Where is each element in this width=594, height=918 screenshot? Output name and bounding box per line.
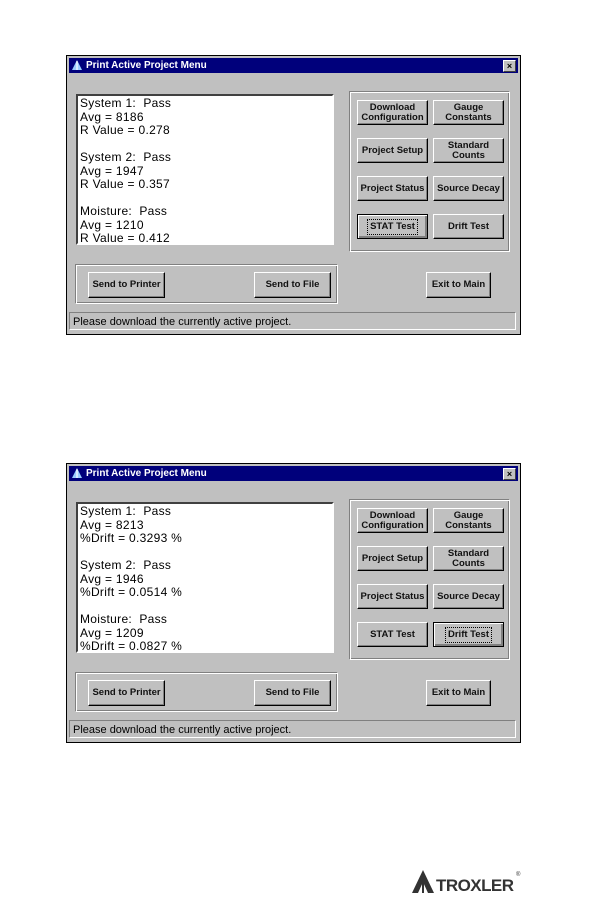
standard-counts-button[interactable]: Standard Counts: [433, 546, 504, 571]
print-active-project-menu-window: Print Active Project Menu × System 1: Pass…: [66, 55, 521, 335]
result-line: [80, 138, 330, 152]
button-label: Gauge Constants: [445, 509, 492, 531]
project-status-button[interactable]: Project Status: [357, 584, 428, 609]
source-decay-button[interactable]: Source Decay: [433, 584, 504, 609]
button-label: Exit to Main: [431, 279, 486, 290]
app-icon: [71, 467, 83, 479]
result-line: Avg = 1210: [80, 217, 144, 232]
result-line: Avg = 1209: [80, 625, 144, 640]
send-to-file-button[interactable]: Send to File: [254, 272, 331, 298]
result-line: Avg = 1947: [80, 163, 144, 178]
result-line: %Drift = 0.0514 %: [80, 585, 183, 599]
button-label: Standard Counts: [447, 547, 490, 569]
result-line: System 1: Pass: [80, 96, 172, 110]
title-bar: Print Active Project Menu ×: [69, 58, 518, 73]
send-to-file-button[interactable]: Send to File: [254, 680, 331, 706]
results-textbox[interactable]: System 1: Pass Avg = 8213 %Drift = 0.3293 …: [76, 502, 334, 653]
close-button[interactable]: ×: [503, 468, 516, 480]
drift-test-button[interactable]: Drift Test: [433, 214, 504, 239]
result-line: Avg = 8213: [80, 517, 144, 532]
button-label: Drift Test: [445, 626, 492, 643]
button-label: Project Setup: [361, 552, 424, 564]
button-label: STAT Test: [370, 628, 415, 640]
result-line: %Drift = 0.3293 %: [80, 531, 183, 545]
button-label: Project Setup: [361, 144, 424, 156]
result-line: [80, 546, 330, 560]
status-bar: Please download the currently active pro…: [69, 720, 516, 738]
close-button[interactable]: ×: [503, 60, 516, 72]
print-active-project-menu-window: Print Active Project Menu × System 1: Pass…: [66, 463, 521, 743]
stat-test-button[interactable]: STAT Test: [357, 214, 428, 239]
svg-text:®: ®: [516, 871, 521, 878]
exit-to-main-button[interactable]: Exit to Main: [426, 272, 491, 298]
gauge-constants-button[interactable]: Gauge Constants: [433, 100, 504, 125]
manual-page: TROXLER ® Print Active Project Menu × Syst…: [0, 0, 594, 918]
button-label: Gauge Constants: [445, 101, 492, 123]
result-line: System 2: Pass: [80, 150, 172, 164]
button-label: Drift Test: [448, 220, 489, 232]
button-label: Source Decay: [437, 182, 500, 194]
svg-text:TROXLER: TROXLER: [436, 876, 514, 895]
result-line: R Value = 0.412: [80, 231, 171, 245]
status-bar: Please download the currently active pro…: [69, 312, 516, 330]
result-line: [80, 600, 330, 614]
result-line: Avg = 8186: [80, 109, 144, 124]
button-label: STAT Test: [367, 218, 418, 235]
button-label: Standard Counts: [447, 139, 490, 161]
button-label: Send to File: [265, 279, 320, 290]
send-to-printer-button[interactable]: Send to Printer: [88, 272, 165, 298]
button-label: Exit to Main: [431, 687, 486, 698]
button-label: Source Decay: [437, 590, 500, 602]
download-configuration-button[interactable]: Download Configuration: [357, 100, 428, 125]
button-label: Project Status: [360, 590, 425, 602]
stat-test-button[interactable]: STAT Test: [357, 622, 428, 647]
send-to-printer-button[interactable]: Send to Printer: [88, 680, 165, 706]
result-line: R Value = 0.357: [80, 177, 171, 191]
drift-test-button[interactable]: Drift Test: [433, 622, 504, 647]
result-line: %Drift = 0.0827 %: [80, 639, 183, 653]
result-line: System 1: Pass: [80, 504, 172, 518]
result-line: Moisture: Pass: [80, 204, 168, 218]
download-configuration-button[interactable]: Download Configuration: [357, 508, 428, 533]
project-setup-button[interactable]: Project Setup: [357, 546, 428, 571]
result-line: R Value = 0.278: [80, 123, 171, 137]
source-decay-button[interactable]: Source Decay: [433, 176, 504, 201]
result-line: [80, 192, 330, 206]
button-label: Download Configuration: [361, 509, 424, 531]
gauge-constants-button[interactable]: Gauge Constants: [433, 508, 504, 533]
title-bar: Print Active Project Menu ×: [69, 466, 518, 481]
standard-counts-button[interactable]: Standard Counts: [433, 138, 504, 163]
exit-to-main-button[interactable]: Exit to Main: [426, 680, 491, 706]
result-line: System 2: Pass: [80, 558, 172, 572]
result-line: Moisture: Pass: [80, 612, 168, 626]
button-label: Project Status: [360, 182, 425, 194]
results-textbox[interactable]: System 1: Pass Avg = 8186 R Value = 0.278 S…: [76, 94, 334, 245]
app-icon: [71, 59, 83, 71]
button-label: Download Configuration: [361, 101, 424, 123]
result-line: Avg = 1946: [80, 571, 144, 586]
button-label: Send to Printer: [92, 687, 161, 698]
button-label: Send to File: [265, 687, 320, 698]
project-setup-button[interactable]: Project Setup: [357, 138, 428, 163]
window-title: Print Active Project Menu: [86, 468, 207, 479]
window-title: Print Active Project Menu: [86, 60, 207, 71]
project-status-button[interactable]: Project Status: [357, 176, 428, 201]
button-label: Send to Printer: [92, 279, 161, 290]
troxler-logo: TROXLER ®: [412, 870, 521, 895]
